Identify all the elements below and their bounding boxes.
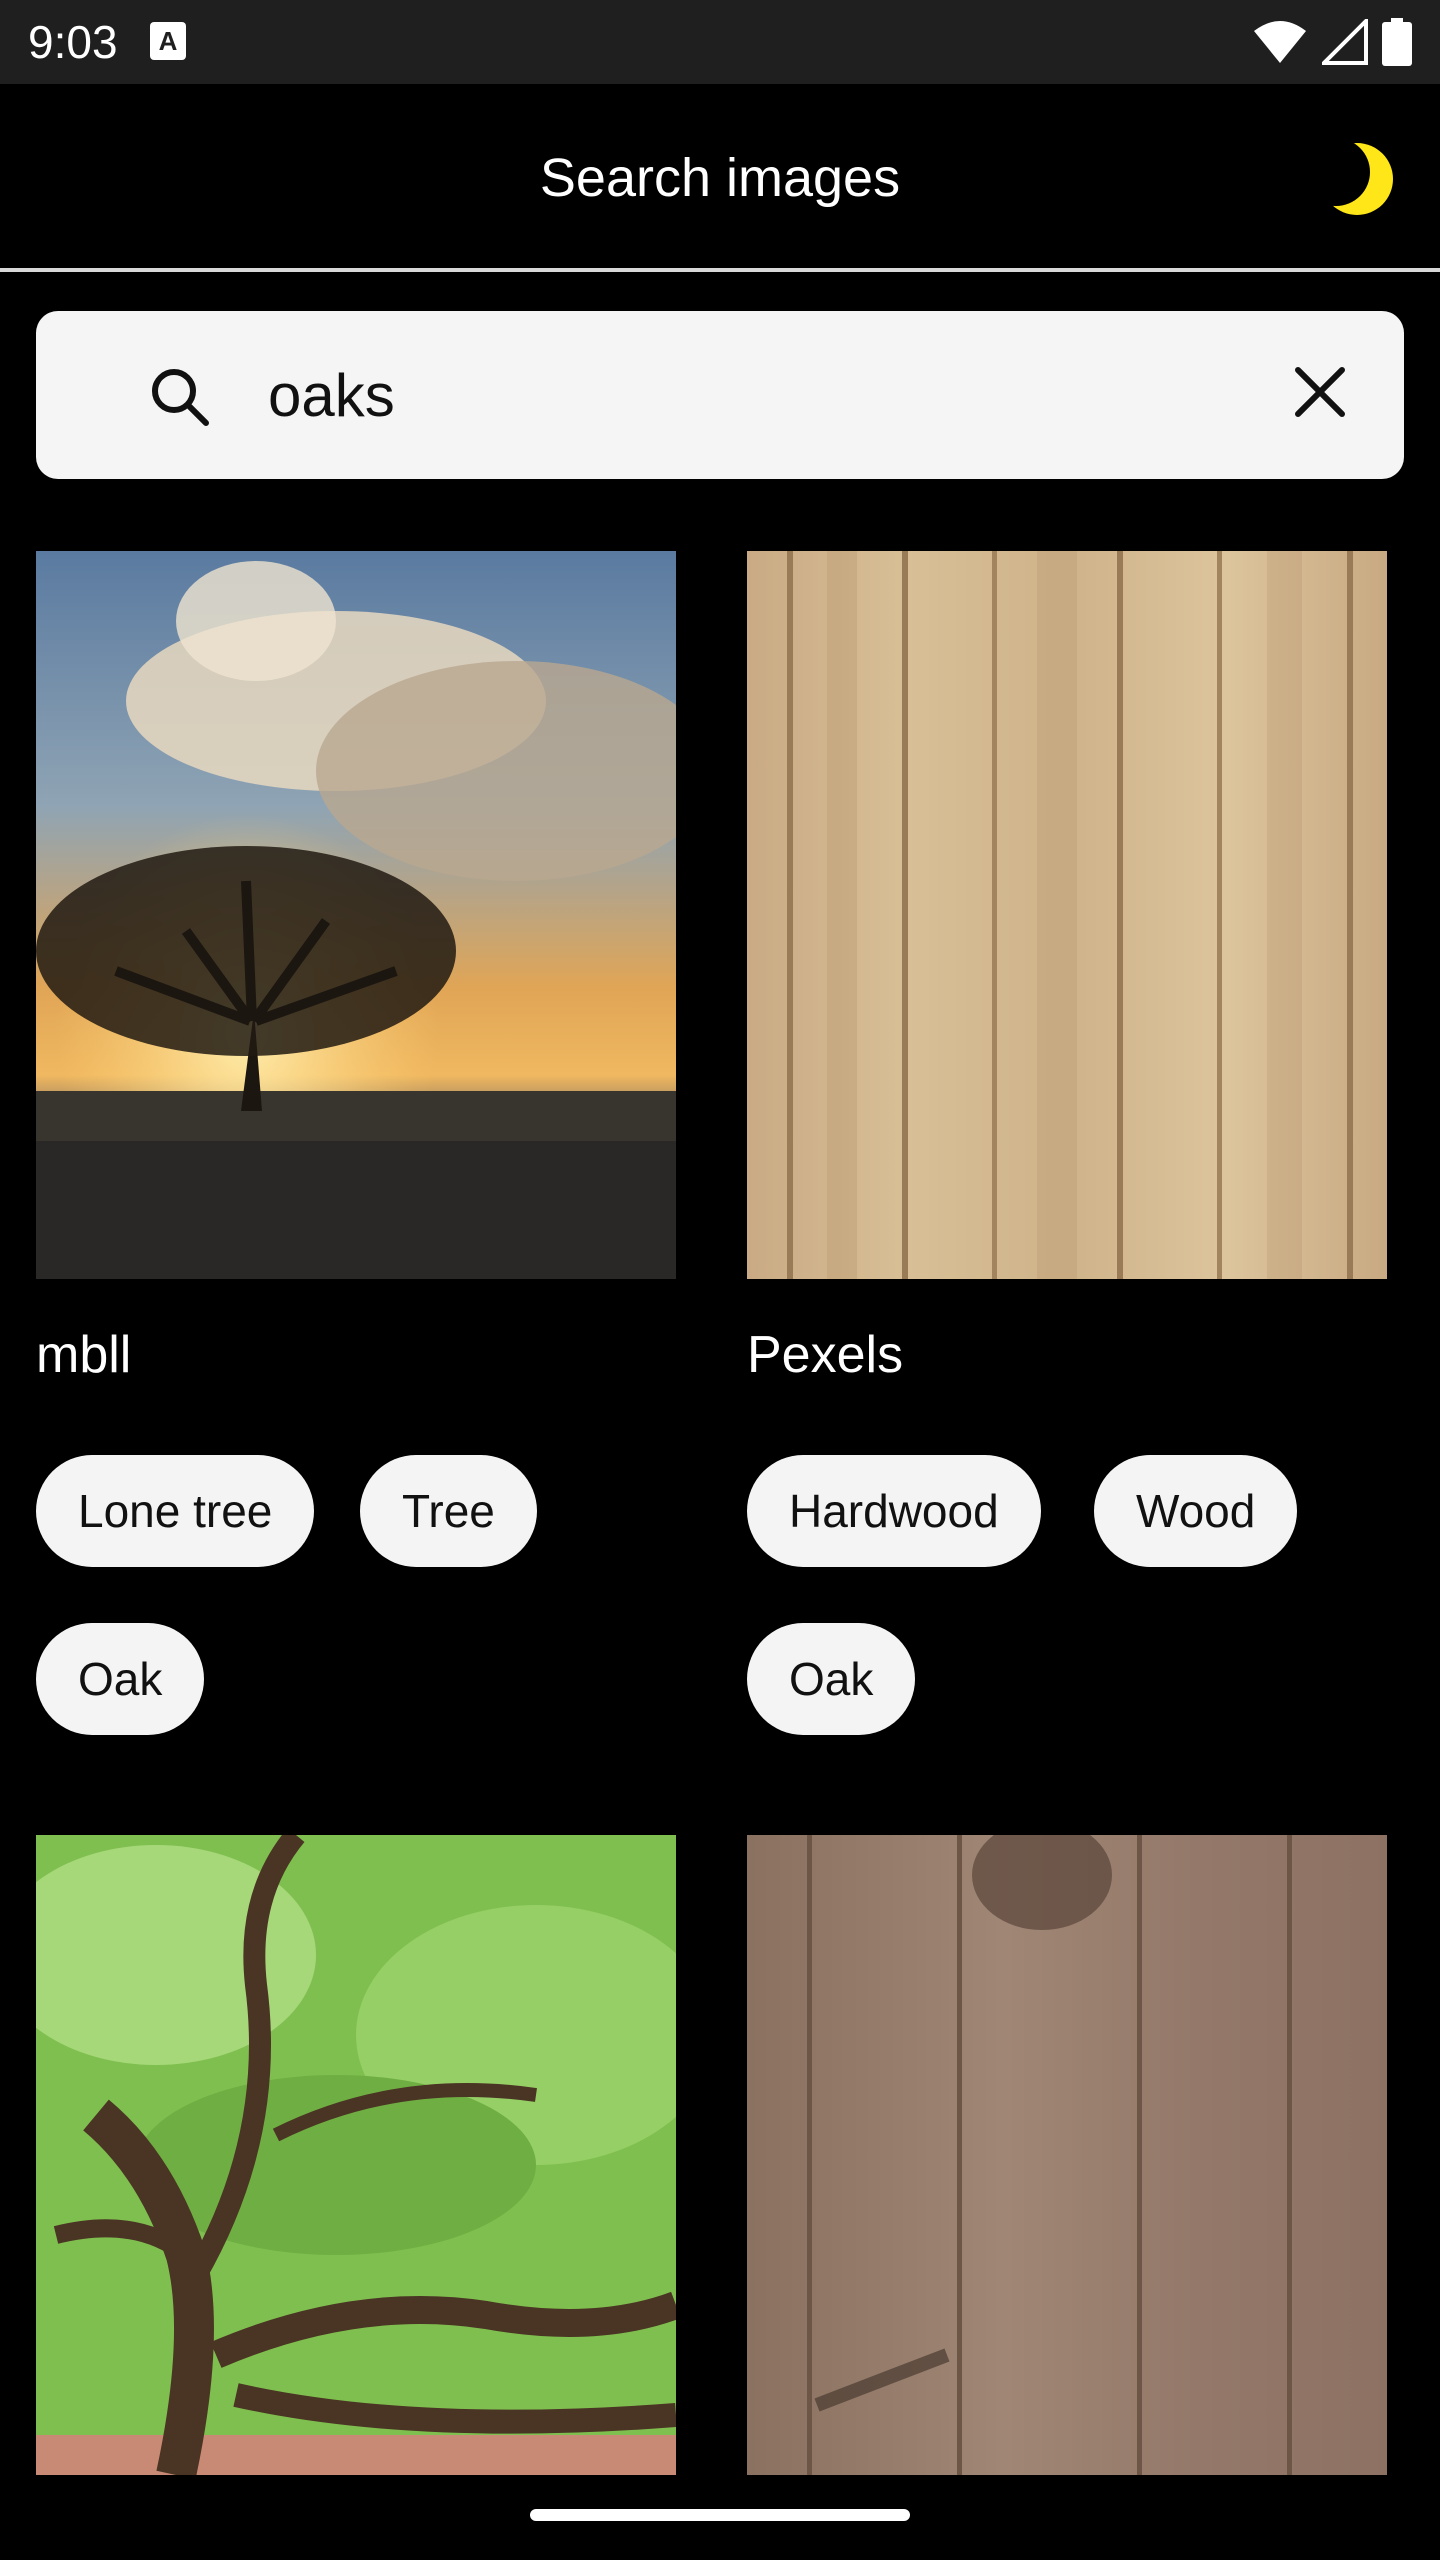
tag-chip[interactable]: Oak (747, 1623, 916, 1735)
status-icons (1252, 16, 1412, 68)
result-image[interactable] (36, 551, 676, 1279)
screen: 9:03 A Search images oaks mbll Lone tree… (0, 0, 1440, 2560)
cell-signal-icon (1322, 19, 1368, 65)
result-author: mbll (36, 1326, 132, 1384)
status-time: 9:03 (28, 16, 118, 68)
wifi-icon (1254, 21, 1306, 63)
result-image[interactable] (747, 551, 1387, 1279)
tag-chip[interactable]: Lone tree (36, 1455, 315, 1567)
result-author: Pexels (747, 1326, 904, 1384)
search-bar[interactable] (36, 311, 1404, 479)
app-bar: Search images (0, 84, 1440, 270)
a-keyboard-icon: A (150, 22, 186, 60)
tag-chip[interactable]: Tree (360, 1455, 537, 1567)
search-icon (152, 369, 209, 426)
tag-chip[interactable]: Hardwood (747, 1455, 1041, 1567)
close-icon[interactable] (1290, 362, 1350, 422)
moon-icon[interactable] (1310, 134, 1400, 224)
result-image[interactable] (36, 1835, 676, 2475)
navigation-handle[interactable] (530, 2509, 910, 2521)
status-bar: 9:03 A (0, 0, 1440, 84)
result-image[interactable] (747, 1835, 1387, 2475)
search-input[interactable] (268, 353, 1268, 437)
page-title: Search images (539, 148, 901, 208)
app-bar-divider (0, 268, 1440, 272)
tag-chip[interactable]: Oak (36, 1623, 205, 1735)
tag-chip[interactable]: Wood (1094, 1455, 1298, 1567)
battery-icon (1382, 18, 1412, 66)
